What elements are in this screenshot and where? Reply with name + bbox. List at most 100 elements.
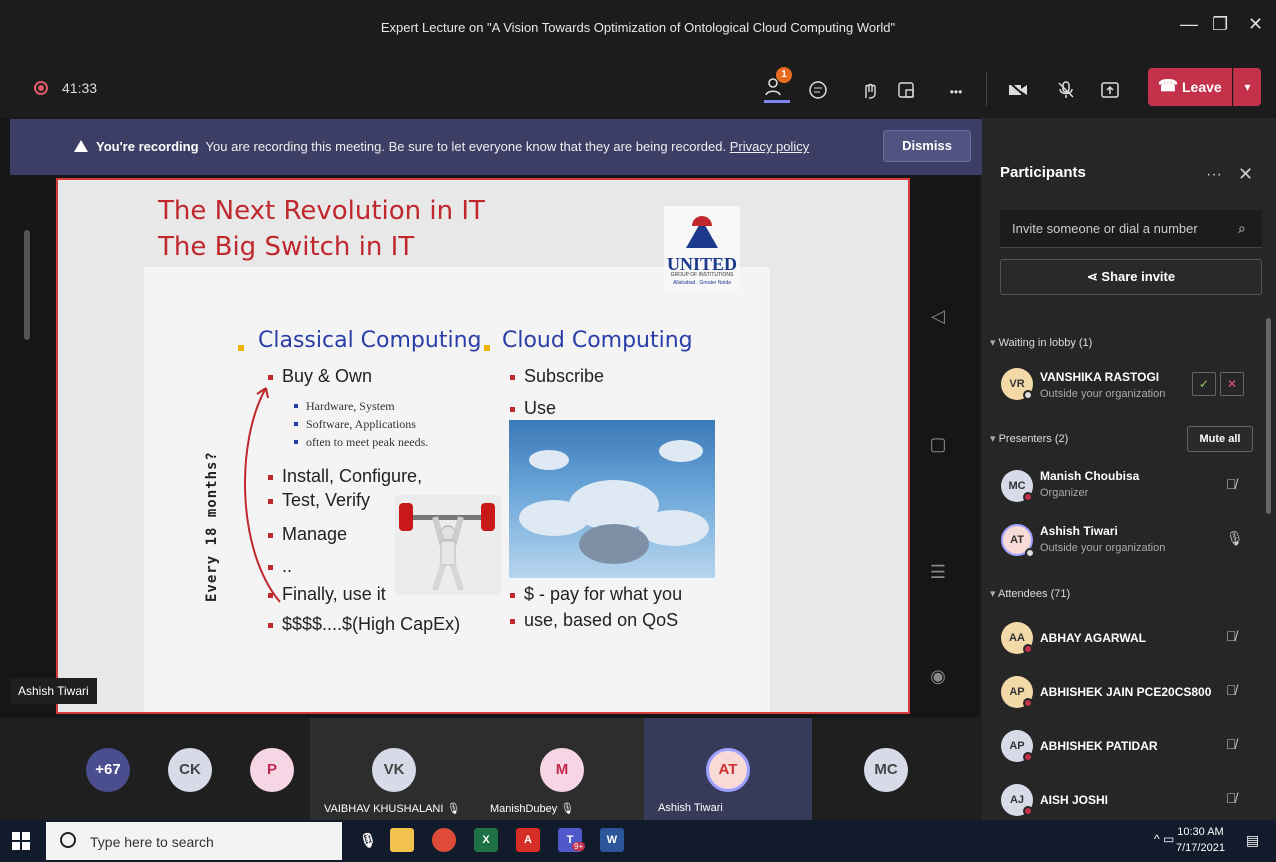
- tile-name-vk: VAIBHAV KHUSHALANI 🎙: [324, 803, 461, 815]
- clock-date: 7/17/2021: [1176, 842, 1225, 854]
- restore-button[interactable]: ❐: [1212, 14, 1228, 35]
- mic-off-icon[interactable]: 🎙̸: [1226, 736, 1237, 752]
- notification-icon[interactable]: ▤: [1246, 832, 1259, 849]
- leave-button[interactable]: ☎ Leave: [1148, 68, 1232, 106]
- mic-icon[interactable]: 🎙: [356, 828, 380, 852]
- stage-scroll-handle[interactable]: [24, 230, 30, 340]
- dismiss-button[interactable]: Dismiss: [883, 130, 971, 162]
- more-actions-icon[interactable]: •••: [944, 80, 968, 104]
- participant-subtitle: Outside your organization: [1040, 388, 1166, 400]
- bullet-square: [238, 345, 244, 351]
- windows-start-icon[interactable]: [12, 832, 30, 855]
- slide-title-1: The Next Revolution in IT: [158, 196, 485, 226]
- logo-arc: [692, 216, 712, 226]
- left-item: Buy & Own: [267, 366, 373, 386]
- search-icon: ⌕: [1238, 220, 1246, 236]
- panel-title: Participants: [1000, 164, 1086, 181]
- avatar-p[interactable]: P: [250, 748, 294, 792]
- participants-badge: 1: [776, 67, 792, 83]
- meeting-toolbar: 41:33: [0, 58, 1276, 118]
- participant-name: Manish Choubisa: [1040, 469, 1140, 483]
- left-item: $$$$....$(High CapEx): [267, 614, 461, 634]
- file-explorer-icon[interactable]: [390, 828, 414, 852]
- record-icon[interactable]: ◉: [926, 666, 950, 687]
- cortana-icon: [60, 832, 76, 848]
- minimize-button[interactable]: —: [1180, 14, 1198, 35]
- home-icon[interactable]: ▢: [926, 434, 950, 455]
- invite-search-input[interactable]: Invite someone or dial a number ⌕: [1000, 210, 1262, 248]
- avatar: AJ: [1001, 784, 1033, 816]
- mic-on-icon[interactable]: 🎙: [1226, 530, 1244, 547]
- share-screen-icon[interactable]: [1098, 80, 1122, 104]
- share-invite-button[interactable]: ⋖ Share invite: [1000, 259, 1262, 295]
- recording-message: You're recording You are recording this …: [96, 139, 809, 154]
- avatar: AP: [1001, 676, 1033, 708]
- invite-placeholder: Invite someone or dial a number: [1012, 221, 1198, 236]
- left-subitem-cont: Software, Applications: [294, 417, 416, 431]
- deny-button[interactable]: ✕: [1220, 372, 1244, 396]
- presenters-section-header[interactable]: Presenters (2): [990, 432, 1069, 445]
- avatar: AT: [1001, 524, 1035, 558]
- breakout-rooms-icon[interactable]: [894, 80, 918, 104]
- more-participants-button[interactable]: +67: [86, 748, 130, 792]
- participant-name: ABHISHEK JAIN PCE20CS800: [1040, 685, 1212, 699]
- participant-name: Ashish Tiwari: [1040, 524, 1118, 538]
- avatar-vk: VK: [372, 748, 416, 792]
- lobby-section-header[interactable]: Waiting in lobby (1): [990, 336, 1093, 349]
- avatar: MC: [1001, 470, 1033, 502]
- leave-options-chevron-icon[interactable]: ▾: [1233, 68, 1261, 106]
- privacy-policy-link[interactable]: Privacy policy: [730, 139, 809, 154]
- toolbar-divider: [986, 72, 987, 106]
- admit-button[interactable]: ✓: [1192, 372, 1216, 396]
- avatar-ck[interactable]: CK: [168, 748, 212, 792]
- weightlifter-image: [395, 495, 501, 595]
- recording-banner: You're recording You are recording this …: [10, 119, 982, 175]
- united-logo: UNITED GROUP OF INSTITUTIONS Allahabad .…: [664, 206, 740, 290]
- mute-all-button[interactable]: Mute all: [1187, 426, 1253, 452]
- classical-computing-heading: Classical Computing: [258, 328, 482, 353]
- mic-off-icon[interactable]: 🎙̸: [1226, 476, 1237, 492]
- right-item: Subscribe: [509, 366, 605, 386]
- teams-badge: 9+: [572, 842, 586, 851]
- left-item: Install, Configure,: [267, 466, 423, 486]
- avatar: VR: [1001, 368, 1033, 400]
- menu-icon[interactable]: ☰: [926, 562, 950, 583]
- excel-icon[interactable]: X: [474, 828, 498, 852]
- window-title: Expert Lecture on "A Vision Towards Opti…: [380, 20, 896, 35]
- recording-strong-text: You're recording: [96, 139, 199, 154]
- cloud-computing-heading: Cloud Computing: [502, 328, 693, 353]
- previous-slide-icon[interactable]: ◁: [926, 306, 950, 327]
- mic-off-icon[interactable]: 🎙̸: [1226, 682, 1237, 698]
- active-tab-indicator: [764, 100, 790, 103]
- participant-name: AISH JOSHI: [1040, 793, 1109, 807]
- camera-off-icon[interactable]: [1006, 80, 1030, 104]
- panel-scrollbar[interactable]: [1266, 318, 1271, 514]
- acrobat-icon[interactable]: A: [516, 828, 540, 852]
- participant-name: ABHAY AGARWAL: [1040, 631, 1147, 645]
- panel-more-icon[interactable]: ···: [1206, 166, 1222, 184]
- taskbar-clock[interactable]: 10:30 AM 7/17/2021: [1176, 824, 1225, 856]
- every-18-months-label: Every 18 months?: [204, 451, 220, 602]
- meeting-timer: 41:33: [62, 80, 98, 96]
- mic-off-icon[interactable]: 🎙̸: [1226, 790, 1237, 806]
- taskbar-search-input[interactable]: Type here to search: [46, 822, 342, 860]
- chrome-icon[interactable]: [432, 828, 456, 852]
- attendees-section-header[interactable]: Attendees (71): [990, 587, 1070, 600]
- recording-text: You are recording this meeting. Be sure …: [205, 139, 727, 154]
- left-item: Manage: [267, 524, 348, 544]
- logo-locations: Allahabad . Greater Noida: [673, 280, 731, 286]
- avatar-m: M: [540, 748, 584, 792]
- panel-close-icon[interactable]: ✕: [1238, 164, 1253, 185]
- tray-icons[interactable]: ^ ▭: [1154, 832, 1174, 846]
- word-icon[interactable]: W: [600, 828, 624, 852]
- cycle-arrow-icon: [244, 387, 281, 603]
- shared-screen: The Next Revolution in IT The Big Switch…: [56, 178, 910, 714]
- close-button[interactable]: ✕: [1248, 14, 1263, 35]
- mic-off-icon[interactable]: 🎙̸: [1226, 628, 1237, 644]
- left-item: Finally, use it: [268, 584, 386, 604]
- chat-icon[interactable]: [806, 80, 830, 104]
- raise-hand-icon[interactable]: [858, 80, 882, 104]
- left-subitem: Hardware, System: [294, 399, 395, 413]
- mic-off-icon[interactable]: [1054, 80, 1078, 104]
- avatar-mc[interactable]: MC: [864, 748, 908, 792]
